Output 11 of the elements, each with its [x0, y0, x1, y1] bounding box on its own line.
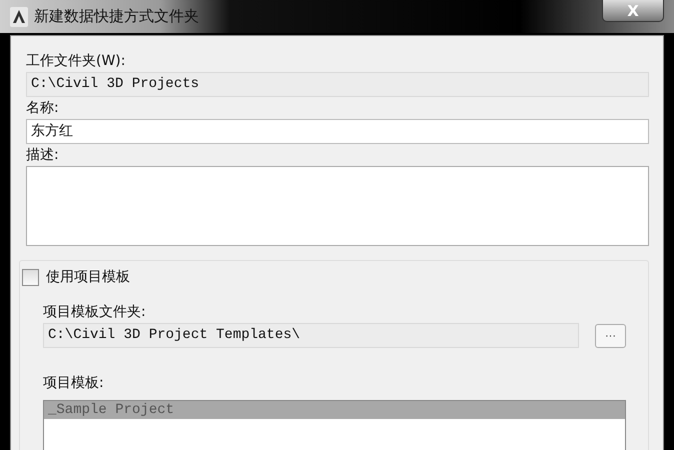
field-label: 项目模板:	[43, 374, 105, 393]
field-label: 项目模板文件夹:	[43, 303, 147, 322]
checkbox-label: 使用项目模板	[46, 268, 130, 286]
text-area[interactable]	[26, 166, 649, 246]
field-label: 描述:	[26, 146, 60, 165]
checkbox[interactable]	[22, 268, 39, 286]
window-title: 新建数据快捷方式文件夹	[34, 7, 199, 26]
app-logo-icon	[10, 6, 28, 26]
input-field[interactable]: 东方红	[26, 119, 649, 144]
field-label: 工作文件夹(W):	[26, 52, 126, 71]
field-label: 名称:	[26, 99, 60, 118]
